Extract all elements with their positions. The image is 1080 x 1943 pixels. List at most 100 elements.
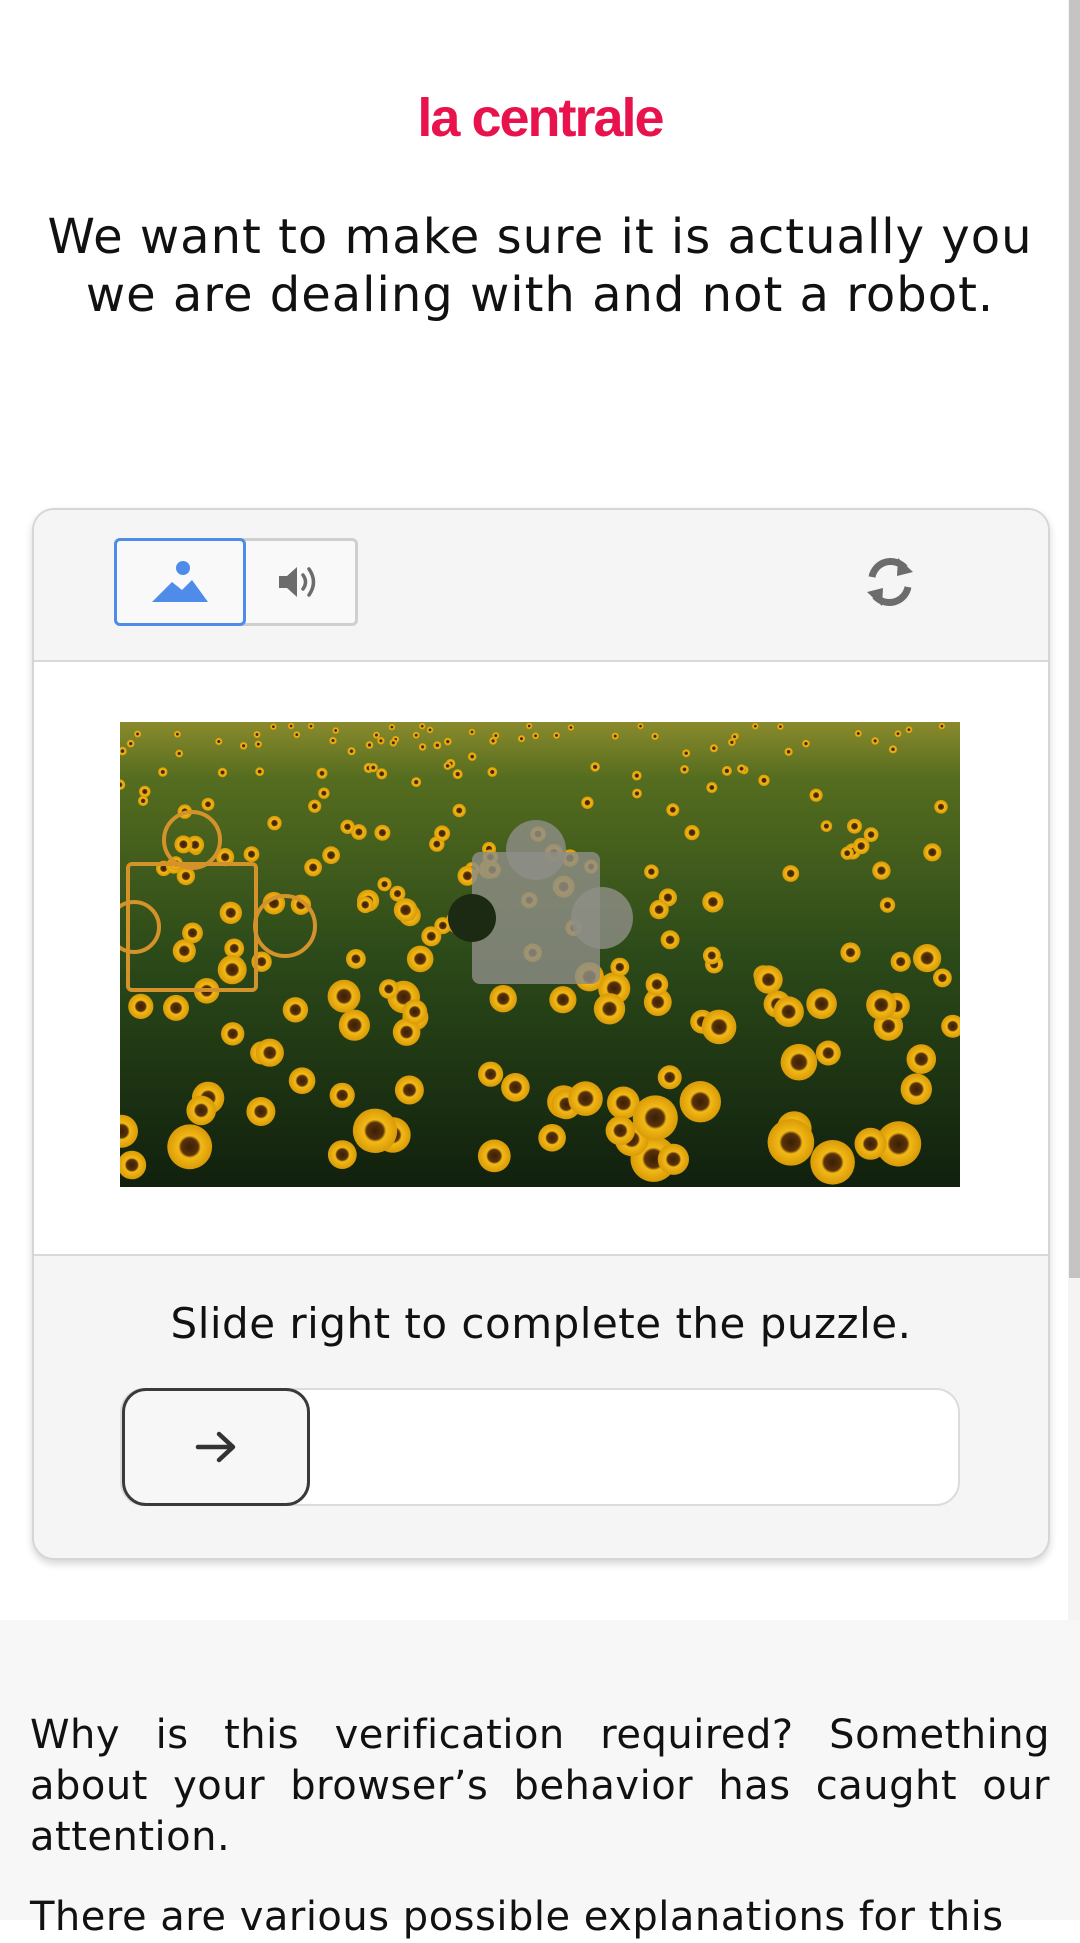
brand-logo: la centrale (417, 88, 664, 148)
sunflower (477, 1139, 511, 1173)
image-mode-icon (152, 561, 208, 602)
sunflower (680, 765, 689, 774)
scrollbar-thumb[interactable] (1069, 0, 1080, 1278)
sunflower (478, 1061, 504, 1087)
sunflower (651, 732, 659, 740)
sunflower (329, 736, 337, 745)
sunflower (134, 730, 142, 738)
sunflower (631, 770, 642, 781)
audio-challenge-button[interactable] (242, 538, 358, 626)
sunflower (854, 730, 862, 737)
sunflower (526, 722, 533, 730)
sunflower (307, 722, 315, 730)
sunflower (649, 899, 669, 920)
sunflower (215, 737, 223, 746)
sunflower (854, 1127, 887, 1160)
sunflower (352, 1108, 398, 1153)
sunflower (632, 1095, 678, 1141)
sunflower (246, 1097, 276, 1126)
sunflower (434, 825, 451, 842)
sunflower (731, 733, 739, 741)
sunflower (443, 737, 452, 746)
sunflower (657, 1143, 690, 1175)
sunflower (871, 737, 879, 745)
sunflower (406, 945, 434, 973)
sunflower (239, 742, 248, 750)
sunflower (377, 737, 385, 745)
sunflower (217, 767, 228, 778)
sunflower (568, 1081, 603, 1116)
sunflower (810, 1140, 855, 1185)
sunflower (758, 774, 770, 786)
sunflower (282, 997, 309, 1023)
sunflower (879, 897, 896, 913)
refresh-icon (867, 558, 913, 606)
sunflower (767, 1119, 815, 1166)
sunflower (709, 744, 719, 753)
sunflower (378, 979, 399, 999)
slider-instruction: Slide right to complete the puzzle. (170, 1299, 912, 1348)
sunflower (934, 800, 948, 814)
sunflower (782, 865, 800, 882)
slider-handle[interactable] (122, 1388, 310, 1506)
sunflower (701, 1009, 737, 1045)
sunflower (356, 896, 374, 914)
sunflower (581, 796, 594, 809)
sunflower (467, 752, 477, 761)
sunflower (254, 740, 262, 748)
sunflower (905, 726, 913, 734)
sunflower (847, 818, 862, 834)
sunflower (890, 951, 911, 972)
sunflower (288, 1067, 316, 1094)
sunflower (287, 722, 295, 730)
sunflower (388, 723, 396, 731)
puzzle-area (34, 662, 1048, 1256)
sunflower (657, 1065, 682, 1090)
sunflower (806, 988, 837, 1020)
sunflower (706, 782, 718, 793)
sunflower (221, 1022, 245, 1046)
captcha-header (34, 510, 1048, 662)
sunflower (610, 957, 630, 977)
sunflower (293, 731, 301, 739)
sunflower (784, 747, 793, 756)
sunflower (702, 946, 721, 965)
sunflower (418, 743, 427, 751)
sunflower (538, 1124, 566, 1152)
sunflower (139, 785, 151, 798)
sunflower (452, 769, 463, 780)
sunflower (318, 787, 330, 799)
sunflower (644, 864, 659, 879)
sunflower (347, 747, 356, 756)
verification-explanation: Why is this verification required? Somet… (30, 1712, 1050, 1860)
speaker-icon (279, 567, 316, 597)
verification-explanation-continued: There are various possible explanations … (30, 1894, 1004, 1940)
sunflower (394, 1075, 424, 1105)
sunflower (308, 799, 322, 813)
sunflower (532, 732, 539, 740)
sunflower (421, 926, 442, 947)
sunflower (174, 730, 181, 738)
sunflower (267, 815, 282, 831)
sunflower (682, 749, 691, 758)
page-headline: We want to make sure it is actually you … (47, 209, 1033, 323)
sunflower (219, 901, 242, 924)
sunflower (346, 949, 366, 969)
sunflower (752, 723, 759, 730)
sunflower (340, 819, 355, 834)
sunflower (872, 861, 891, 880)
sunflower (201, 797, 215, 811)
sunflower (372, 731, 380, 739)
sunflower (175, 749, 184, 758)
sunflower (684, 825, 700, 841)
sunflower (452, 803, 466, 818)
sunflower (721, 765, 732, 776)
sunflower (666, 803, 680, 817)
sunflower (255, 767, 265, 776)
sunflower (900, 1073, 932, 1105)
sunflower (419, 723, 426, 730)
sunflower (702, 891, 724, 913)
image-challenge-button[interactable] (114, 538, 246, 626)
refresh-button[interactable] (854, 546, 926, 618)
sunflower (443, 761, 452, 770)
